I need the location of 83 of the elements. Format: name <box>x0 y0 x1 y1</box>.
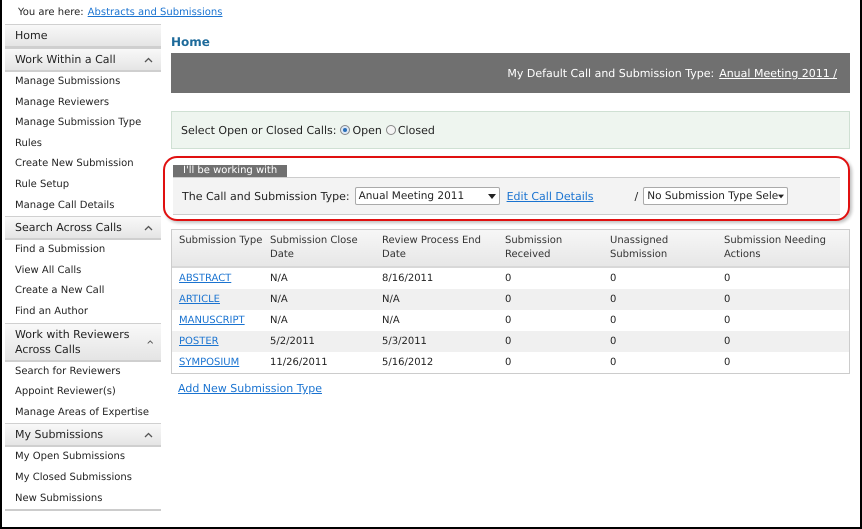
sidebar-item[interactable]: New Submissions <box>5 488 161 510</box>
sidebar-section-header[interactable]: Work with Reviewers Across Calls <box>5 322 161 362</box>
section-title: Home <box>15 28 48 43</box>
table-cell-text: 5/3/2011 <box>382 335 428 349</box>
call-select[interactable]: Anual Meeting 2011 <box>354 187 500 205</box>
caret-up-icon[interactable] <box>144 56 153 62</box>
breadcrumb-label: You are here: <box>18 6 84 18</box>
sidebar-item[interactable]: Create New Submission <box>5 154 161 175</box>
sidebar-section-header[interactable]: Home <box>5 24 161 48</box>
table-cell-text: 0 <box>724 356 732 370</box>
submission-type-select[interactable]: No Submission Type Sele <box>643 187 788 205</box>
sidebar-item[interactable]: Manage Call Details <box>5 196 161 216</box>
table-cell-text: 0 <box>610 335 618 349</box>
add-submission-type-link[interactable]: Add New Submission Type <box>178 382 322 395</box>
default-call-link[interactable]: Anual Meeting 2011 / <box>719 66 837 80</box>
caret-up-icon[interactable] <box>144 432 153 438</box>
table-cell-text: 0 <box>610 356 618 370</box>
edit-call-link[interactable]: Edit Call Details <box>506 190 594 202</box>
table-cell-text: 0 <box>610 314 618 328</box>
table-cell-text: 0 <box>505 314 512 328</box>
sidebar-section-header[interactable]: My Submissions <box>5 423 161 448</box>
page-title: Home <box>171 34 211 51</box>
table-cell-text: N/A <box>382 293 401 307</box>
sidebar-item[interactable]: Rule Setup <box>5 174 161 196</box>
separator-text: / <box>634 190 638 202</box>
column-header: Unassigned Submission <box>610 234 670 262</box>
sidebar-item[interactable]: Appoint Reviewer(s) <box>5 382 161 403</box>
table-cell-text: 0 <box>724 272 732 286</box>
submission-type-link[interactable]: SYMPOSIUM <box>179 357 240 368</box>
table-cell-text: N/A <box>382 314 401 328</box>
table-cell-text: N/A <box>270 314 289 328</box>
sidebar-section-header[interactable]: Search Across Calls <box>5 216 161 240</box>
table-cell-text: 0 <box>610 293 618 307</box>
caret-up-icon[interactable] <box>144 224 153 231</box>
table-cell-text: 0 <box>505 272 512 286</box>
section-title: Search Across Calls <box>15 220 122 236</box>
column-header: Submission Received <box>505 234 564 262</box>
radio-option[interactable]: Closed <box>386 124 435 136</box>
submission-type-link[interactable]: ARTICLE <box>179 294 220 305</box>
table-cell-text: 0 <box>610 272 618 286</box>
banner-label: My Default Call and Submission Type: <box>507 66 714 80</box>
submission-type-link[interactable]: MANUSCRIPT <box>179 315 245 326</box>
radio-option[interactable]: Open <box>340 124 382 136</box>
column-header: Submission Needing Actions <box>724 234 827 262</box>
table-cell-text: 0 <box>505 335 512 349</box>
caret-up-icon[interactable] <box>146 338 153 345</box>
call-type-label: The Call and Submission Type: <box>182 190 350 202</box>
section-title: Work Within a Call <box>15 52 116 67</box>
breadcrumb-link[interactable]: Abstracts and Submissions <box>88 6 222 18</box>
sidebar-item[interactable]: My Open Submissions <box>5 447 161 468</box>
sidebar-item[interactable]: Manage Submission Type <box>5 113 161 134</box>
sidebar-section-header[interactable]: Work Within a Call <box>5 48 161 72</box>
dropdown-arrow-icon <box>488 194 496 198</box>
column-header: Submission Type <box>179 234 264 248</box>
sidebar-item[interactable]: Manage Areas of Expertise <box>5 402 161 424</box>
submission-type-link[interactable]: ABSTRACT <box>179 273 232 284</box>
table-cell-text: 0 <box>505 293 512 307</box>
sidebar-item[interactable]: Manage Reviewers <box>5 92 161 114</box>
submission-type-link[interactable]: POSTER <box>179 336 219 347</box>
table-cell-text: 11/26/2011 <box>270 356 329 370</box>
column-header: Submission Close Date <box>270 234 359 262</box>
table-cell-text: 0 <box>505 356 512 370</box>
section-title: Work with Reviewers Across Calls <box>15 326 130 357</box>
table-cell-text: 8/16/2011 <box>382 272 434 286</box>
table-cell-text: 0 <box>724 314 732 328</box>
table-cell-text: N/A <box>270 293 289 307</box>
filter-label: Select Open or Closed Calls: <box>181 124 336 136</box>
sidebar-item[interactable]: My Closed Submissions <box>5 468 161 488</box>
sidebar-item[interactable]: Find an Author <box>5 302 161 323</box>
table-cell-text: 0 <box>724 335 732 349</box>
column-header: Review Process End Date <box>382 234 482 262</box>
sidebar-item[interactable]: Rules <box>5 134 161 154</box>
section-title: My Submissions <box>15 427 104 442</box>
sidebar-item[interactable]: View All Calls <box>5 260 161 282</box>
table-cell-text: 0 <box>724 293 732 307</box>
sidebar-item[interactable]: Search for Reviewers <box>5 362 161 382</box>
table-cell-text: N/A <box>270 272 289 286</box>
sidebar-item[interactable]: Create a New Call <box>5 281 161 302</box>
table-cell-text: 5/2/2011 <box>270 335 316 349</box>
dropdown-arrow-icon <box>778 194 784 198</box>
sidebar-item[interactable]: Find a Submission <box>5 240 161 261</box>
sidebar-item[interactable]: Manage Submissions <box>5 72 161 93</box>
table-cell-text: 5/16/2012 <box>382 356 434 370</box>
